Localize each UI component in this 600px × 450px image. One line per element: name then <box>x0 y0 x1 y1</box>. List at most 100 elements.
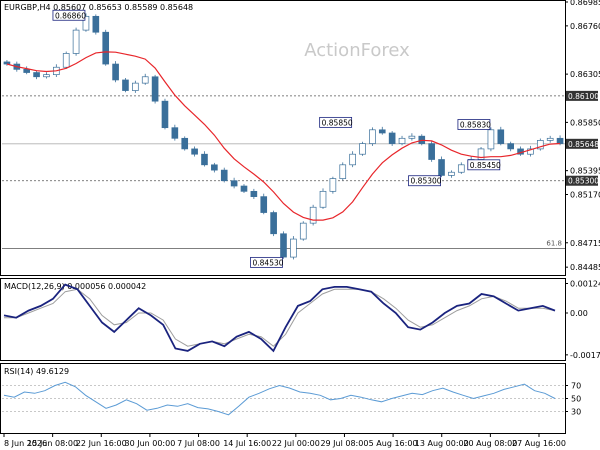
candle <box>290 236 297 260</box>
candle <box>102 29 110 66</box>
candle <box>191 146 198 157</box>
rsi-axis: 70 50 30 <box>2 382 581 417</box>
candle <box>527 145 534 157</box>
price-annotation: 0.84530 <box>250 256 284 268</box>
candle <box>240 184 248 194</box>
candle <box>408 133 416 141</box>
candle-body <box>556 137 564 144</box>
rsi-tick-label: 30 <box>571 408 581 417</box>
rsi-title: RSI(14) 49.6129 <box>4 367 69 376</box>
level-price-tag: 0.85648 <box>566 138 599 149</box>
candle <box>280 231 287 259</box>
price-annotation: 0.86860 <box>52 9 86 21</box>
price-annotation: 0.85300 <box>408 175 442 187</box>
candle <box>181 136 189 151</box>
candle <box>507 141 514 152</box>
candle-body <box>141 76 149 84</box>
candle-body <box>457 164 465 173</box>
candle-body <box>181 137 189 150</box>
time-tick-label: 22 Jul 00:00 <box>272 439 320 448</box>
candle <box>309 204 317 226</box>
candle <box>270 210 277 237</box>
time-tick-label: 22 Jun 16:00 <box>76 439 127 448</box>
candle <box>457 162 465 174</box>
candle <box>438 156 445 178</box>
candle-body <box>378 129 386 134</box>
macd-axis: 0.001244 0.00 -0.001767 <box>565 280 600 360</box>
candle <box>132 80 139 93</box>
watermark: ActionForex <box>304 40 410 61</box>
candle-body <box>122 79 129 91</box>
candle <box>477 146 485 162</box>
candle <box>536 138 544 151</box>
candle <box>220 167 228 183</box>
candle <box>122 78 129 93</box>
candle-body <box>369 129 376 144</box>
candle-body <box>349 153 356 166</box>
level-price-tag: 0.86100 <box>566 90 599 101</box>
annotation-label: 0.85830 <box>460 121 491 130</box>
chart-canvas: ActionForex EURGBP,H4 0.85607 0.85653 0.… <box>0 0 600 448</box>
rsi-tick-label: 50 <box>571 395 581 404</box>
candle <box>349 151 356 168</box>
candle-body <box>92 15 100 33</box>
price-annotation: 0.85850 <box>319 116 353 128</box>
annotation-label: 0.85300 <box>411 177 442 186</box>
price-axis: 0.86985 0.86760 0.86305 0.85850 0.85395 0.851… <box>565 0 600 272</box>
candle-body <box>497 129 505 144</box>
candle-body <box>161 100 169 129</box>
candle <box>428 141 435 162</box>
candle-body <box>329 178 337 192</box>
candle-body <box>230 180 238 187</box>
candle-body <box>112 63 119 81</box>
price-tick-label: 0.86305 <box>570 70 600 79</box>
macd-tick-label: 0.00 <box>570 309 588 318</box>
candle-body <box>546 137 554 141</box>
candle-body <box>72 29 80 54</box>
candle-body <box>211 164 218 171</box>
candle <box>33 70 40 80</box>
level-tag-label: 0.86100 <box>568 92 599 101</box>
level-price-tag: 0.85300 <box>566 175 599 186</box>
candle-body <box>359 143 366 155</box>
candle-body <box>220 169 228 182</box>
rsi-tick-label: 70 <box>571 382 581 391</box>
candle <box>62 51 70 69</box>
candle <box>369 127 376 146</box>
level-tag-label: 0.85300 <box>568 177 599 186</box>
price-tick-label: 0.86760 <box>570 22 600 31</box>
candle <box>151 74 159 104</box>
candle-body <box>270 212 277 235</box>
price-annotations: 0.86860 0.85850 0.85830 0.85450 0.85300 0.845… <box>52 9 501 268</box>
level-tag-label: 0.85648 <box>568 140 599 149</box>
candle <box>112 61 119 83</box>
price-annotation: 0.85830 <box>457 119 491 130</box>
candle-body <box>3 61 11 65</box>
price-annotation: 0.85450 <box>467 159 501 171</box>
time-tick-label: 29 Jul 08:00 <box>320 439 368 448</box>
candle-body <box>33 72 40 78</box>
candle-body <box>339 164 347 179</box>
candle <box>23 66 31 75</box>
annotation-label: 0.84530 <box>253 258 284 267</box>
candle-body <box>398 137 406 144</box>
candle <box>329 176 337 194</box>
candle-body <box>201 153 208 166</box>
candle-body <box>319 190 327 208</box>
time-tick-label: 5 Aug 16:00 <box>369 439 418 448</box>
macd-line <box>3 283 556 353</box>
candle <box>92 14 100 35</box>
candle-body <box>43 74 50 78</box>
candle-body <box>260 196 268 213</box>
moving-average-line <box>6 51 561 221</box>
candle-body <box>102 31 110 65</box>
candle <box>398 135 406 146</box>
price-tick-label: 0.84715 <box>570 239 600 248</box>
candle <box>72 27 80 56</box>
candle <box>141 73 149 85</box>
candle-body <box>408 135 416 139</box>
candle-body <box>151 76 159 102</box>
price-candles <box>3 13 564 260</box>
candle-body <box>240 185 248 192</box>
candle-body <box>171 127 179 139</box>
